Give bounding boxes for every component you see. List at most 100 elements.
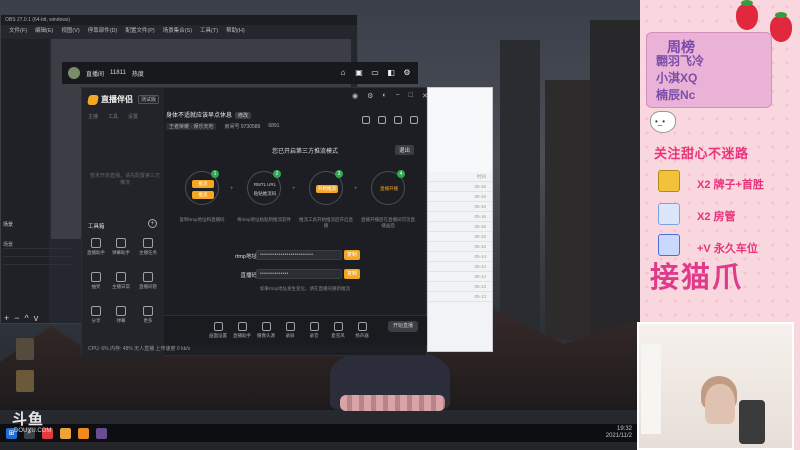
- mail-icon[interactable]: [394, 116, 402, 124]
- add-scene-button[interactable]: +: [4, 313, 9, 323]
- step-2: 2 RMTL URL 粘贴推流码: [247, 170, 281, 205]
- rtmp-address-field[interactable]: ••••••••••••••••••••••••••: [256, 250, 342, 260]
- list-row[interactable]: 05-14: [428, 272, 492, 282]
- tool-icon: [116, 238, 126, 248]
- notice-icon[interactable]: [362, 116, 370, 124]
- list-row[interactable]: 时间: [428, 172, 492, 182]
- stream-code-field[interactable]: ••••••••••••••: [256, 269, 342, 279]
- obs-titlebar: OBS 27.0.1 (64-bit, windows): [1, 15, 357, 25]
- copy-code-button[interactable]: 复制: [344, 269, 360, 279]
- taskbar: ⊞ ⌕ 19:32 2021/11/2: [0, 424, 640, 442]
- obs-scene-item[interactable]: [3, 257, 71, 265]
- tool-item[interactable]: 弹幕: [111, 306, 131, 324]
- bottom-tool[interactable]: 画面设置: [207, 322, 229, 339]
- avatar[interactable]: [68, 67, 80, 79]
- tab-tools[interactable]: 工具: [108, 113, 118, 120]
- obs-icon[interactable]: [96, 427, 107, 439]
- obs-scene-item[interactable]: 场景: [3, 241, 71, 249]
- tool-item[interactable]: 弹幕助手: [111, 238, 131, 256]
- list-row[interactable]: 05-15: [428, 242, 492, 252]
- obs-menubar: 文件(F) 编辑(E) 视图(V) 停靠部件(D) 配置文件(P) 场景集合(S…: [1, 25, 357, 35]
- exit-mode-button[interactable]: 退出: [395, 145, 415, 155]
- system-tray[interactable]: 19:32 2021/11/2: [606, 426, 632, 440]
- bottom-tool[interactable]: 录音: [303, 322, 325, 339]
- list-row[interactable]: 05-15: [428, 222, 492, 232]
- bottom-tool[interactable]: 麦克风: [327, 322, 349, 339]
- bottom-tool[interactable]: 扬声器: [351, 322, 373, 339]
- bottom-tool-label: 扬声器: [355, 333, 369, 338]
- list-row[interactable]: 05-13: [428, 282, 492, 292]
- remove-scene-button[interactable]: −: [14, 313, 19, 323]
- home-icon[interactable]: ⌂: [338, 68, 348, 78]
- bg-character-frill: [340, 395, 445, 411]
- minimize-icon[interactable]: −: [396, 92, 400, 100]
- record-icon[interactable]: ◧: [386, 68, 396, 78]
- tool-label: 主播日常: [112, 284, 130, 289]
- list-row[interactable]: 05-14: [428, 252, 492, 262]
- step-description: 复制rtmp地址和直播码: [179, 217, 225, 222]
- list-row-right: 05-16: [474, 194, 486, 199]
- list-row[interactable]: 05-16: [428, 212, 492, 222]
- list-row[interactable]: 05-15: [428, 232, 492, 242]
- copy-rtmp-button[interactable]: 复制: [344, 250, 360, 260]
- obs-menu-file[interactable]: 文件(F): [9, 26, 27, 34]
- bottom-tool-label: 画面设置: [209, 333, 227, 338]
- obs-scene-item[interactable]: [3, 249, 71, 257]
- obs-menu-dock[interactable]: 停靠部件(D): [88, 26, 118, 34]
- obs-menu-help[interactable]: 帮助(H): [226, 26, 245, 34]
- skin-icon[interactable]: ◐: [382, 92, 386, 100]
- category-tag[interactable]: 王者荣耀 · 娱乐天地: [166, 123, 217, 130]
- move-down-button[interactable]: v: [34, 313, 39, 323]
- desktop-icon[interactable]: [16, 370, 34, 392]
- tool-item[interactable]: 抽奖: [86, 272, 106, 290]
- tool-item[interactable]: 直播间管: [138, 272, 158, 290]
- share-icon[interactable]: [378, 116, 386, 124]
- bell-icon[interactable]: [410, 116, 418, 124]
- tab-streamer[interactable]: 主播: [88, 113, 98, 120]
- list-row[interactable]: 05-14: [428, 262, 492, 272]
- tool-item[interactable]: 主播任务: [138, 238, 158, 256]
- catch-cat-paw-text: 接猫爪: [650, 262, 744, 294]
- tool-label: 主播任务: [139, 250, 157, 255]
- list-row[interactable]: 05-13: [428, 292, 492, 302]
- settings-icon[interactable]: ⚙: [367, 92, 373, 100]
- edit-title-button[interactable]: 修改: [235, 112, 252, 119]
- tab-settings[interactable]: 设置: [128, 113, 138, 120]
- bg-tower: [500, 40, 540, 340]
- obs-menu-view[interactable]: 视图(V): [61, 26, 79, 34]
- tool-item[interactable]: 分享: [86, 306, 106, 324]
- settings-icon[interactable]: ⚙: [402, 68, 412, 78]
- add-tool-icon[interactable]: +: [148, 219, 157, 228]
- tool-label: 直播助手: [87, 250, 105, 255]
- obs-menu-profile[interactable]: 配置文件(P): [125, 26, 154, 34]
- obs-menu-edit[interactable]: 编辑(E): [35, 26, 53, 34]
- obs-left-panel: [1, 39, 49, 323]
- step-description: 推流工具开始推流后开启直播: [299, 217, 353, 228]
- bottom-tool[interactable]: 直播助手: [231, 322, 253, 339]
- tool-item[interactable]: 主播日常: [111, 272, 131, 290]
- start-live-button[interactable]: 开始直播: [388, 321, 418, 332]
- bottom-tool[interactable]: 摄像头源: [255, 322, 277, 339]
- tool-label: 弹幕: [116, 318, 126, 323]
- obs-menu-scenes[interactable]: 场景集合(S): [163, 26, 192, 34]
- folder-icon[interactable]: [60, 427, 71, 439]
- desktop-icon[interactable]: [16, 338, 34, 360]
- maximize-icon[interactable]: □: [409, 92, 413, 100]
- live-assistant-icon[interactable]: [78, 427, 89, 439]
- webcam-feed: [637, 322, 794, 450]
- assistant-sidebar: 直播伴侣 测试版 主播 工具 设置 暂未开启直播，请先配置第三方推流 工具箱 +…: [82, 88, 164, 357]
- list-row[interactable]: 05-16: [428, 202, 492, 212]
- cat-icon: [650, 111, 676, 133]
- obs-menu-tools[interactable]: 工具(T): [200, 26, 218, 34]
- tool-icon: [91, 272, 101, 282]
- user-avatar-icon[interactable]: ◉: [352, 92, 358, 100]
- gift-icon[interactable]: ▣: [354, 68, 364, 78]
- tool-item[interactable]: 直播助手: [86, 238, 106, 256]
- tool-item[interactable]: 更多: [138, 306, 158, 324]
- screen-icon[interactable]: ▭: [370, 68, 380, 78]
- list-row[interactable]: 05-16: [428, 182, 492, 192]
- bottom-tool[interactable]: 录屏: [279, 322, 301, 339]
- move-up-button[interactable]: ^: [25, 313, 29, 323]
- fans-count: 6891: [268, 123, 280, 129]
- list-row[interactable]: 05-16: [428, 192, 492, 202]
